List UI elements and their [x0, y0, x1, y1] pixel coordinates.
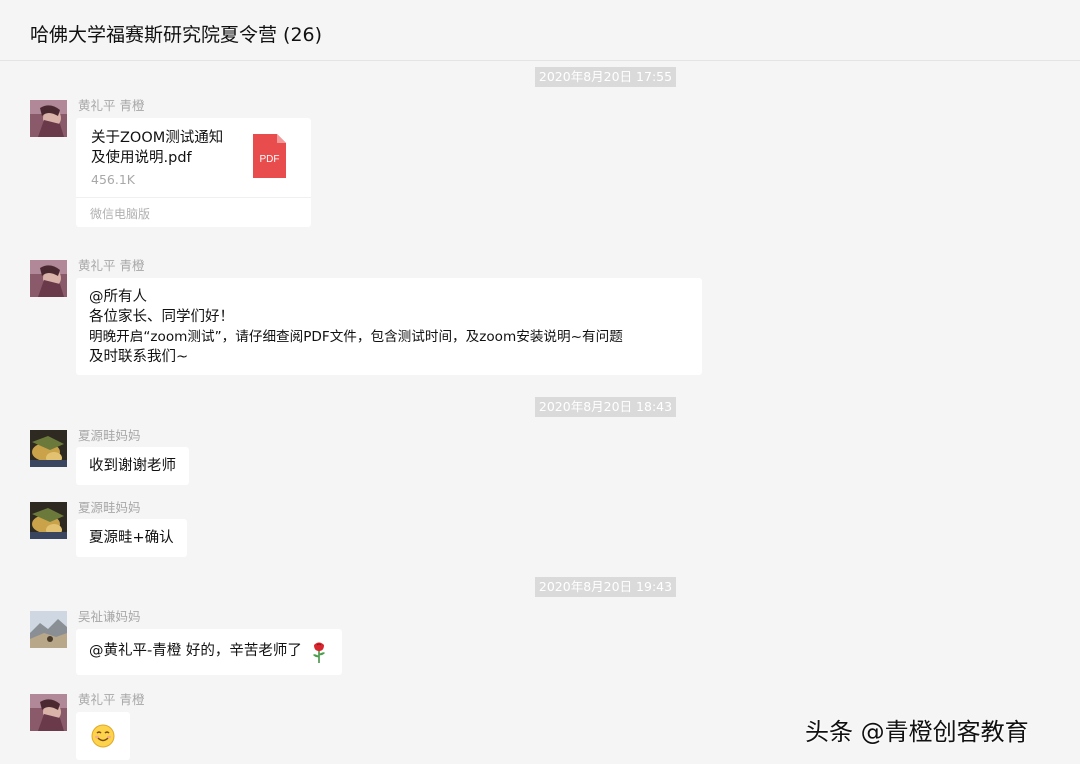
timestamp: 2020年8月20日 17:55 [535, 67, 676, 87]
chat-header: 哈佛大学福赛斯研究院夏令营 (26) [0, 0, 1080, 61]
text-message[interactable]: 收到谢谢老师 [76, 447, 189, 485]
smile-emoji-icon [91, 724, 115, 748]
text-message[interactable]: @黄礼平-青橙 好的，辛苦老师了 [76, 629, 342, 675]
avatar[interactable] [30, 694, 67, 731]
avatar[interactable] [30, 430, 67, 467]
sender-name: 夏源畦妈妈 [78, 428, 141, 443]
text-message[interactable]: 夏源畦+确认 [76, 519, 187, 557]
message-line: 明晚开启“zoom测试”，请仔细查阅PDF文件，包含测试时间，及zoom安装说明… [89, 329, 623, 345]
emoji-message[interactable] [76, 712, 130, 760]
message-text: 夏源畦+确认 [89, 530, 174, 546]
avatar[interactable] [30, 260, 67, 297]
file-message[interactable]: 关于ZOOM测试通知 及使用说明.pdf 456.1K PDF 微信电脑版 [76, 118, 311, 227]
text-message[interactable]: @所有人 各位家长、同学们好！ 明晚开启“zoom测试”，请仔细查阅PDF文件，… [76, 278, 702, 375]
chat-window: 哈佛大学福赛斯研究院夏令营 (26) 2020年8月20日 17:55 黄礼平 … [0, 0, 1080, 764]
message-line: @所有人 [89, 289, 147, 305]
file-source: 微信电脑版 [90, 207, 151, 221]
file-size: 456.1K [91, 172, 135, 187]
sender-name: 黄礼平 青橙 [78, 258, 145, 273]
avatar[interactable] [30, 502, 67, 539]
watermark: 头条 @青橙创客教育 [805, 718, 1029, 746]
avatar[interactable] [30, 100, 67, 137]
message-text: @黄礼平-青橙 好的，辛苦老师了 [89, 643, 302, 659]
timestamp: 2020年8月20日 19:43 [535, 577, 676, 597]
file-name-line: 及使用说明.pdf [91, 150, 192, 166]
file-name-line: 关于ZOOM测试通知 [91, 130, 224, 146]
file-name: 关于ZOOM测试通知 及使用说明.pdf [91, 128, 241, 168]
sender-name: 黄礼平 青橙 [78, 98, 145, 113]
group-title[interactable]: 哈佛大学福赛斯研究院夏令营 (26) [30, 20, 322, 47]
avatar[interactable] [30, 611, 67, 648]
rose-icon [312, 641, 326, 663]
sender-name: 夏源畦妈妈 [78, 500, 141, 515]
divider [76, 197, 311, 198]
message-line: 各位家长、同学们好！ [89, 309, 234, 325]
sender-name: 黄礼平 青橙 [78, 692, 145, 707]
timestamp: 2020年8月20日 18:43 [535, 397, 676, 417]
pdf-file-icon: PDF [253, 134, 286, 178]
message-text: 收到谢谢老师 [89, 458, 176, 474]
pdf-icon-label: PDF [260, 154, 280, 165]
message-line: 及时联系我们~ [89, 349, 189, 365]
sender-name: 吴祉谦妈妈 [78, 609, 141, 624]
